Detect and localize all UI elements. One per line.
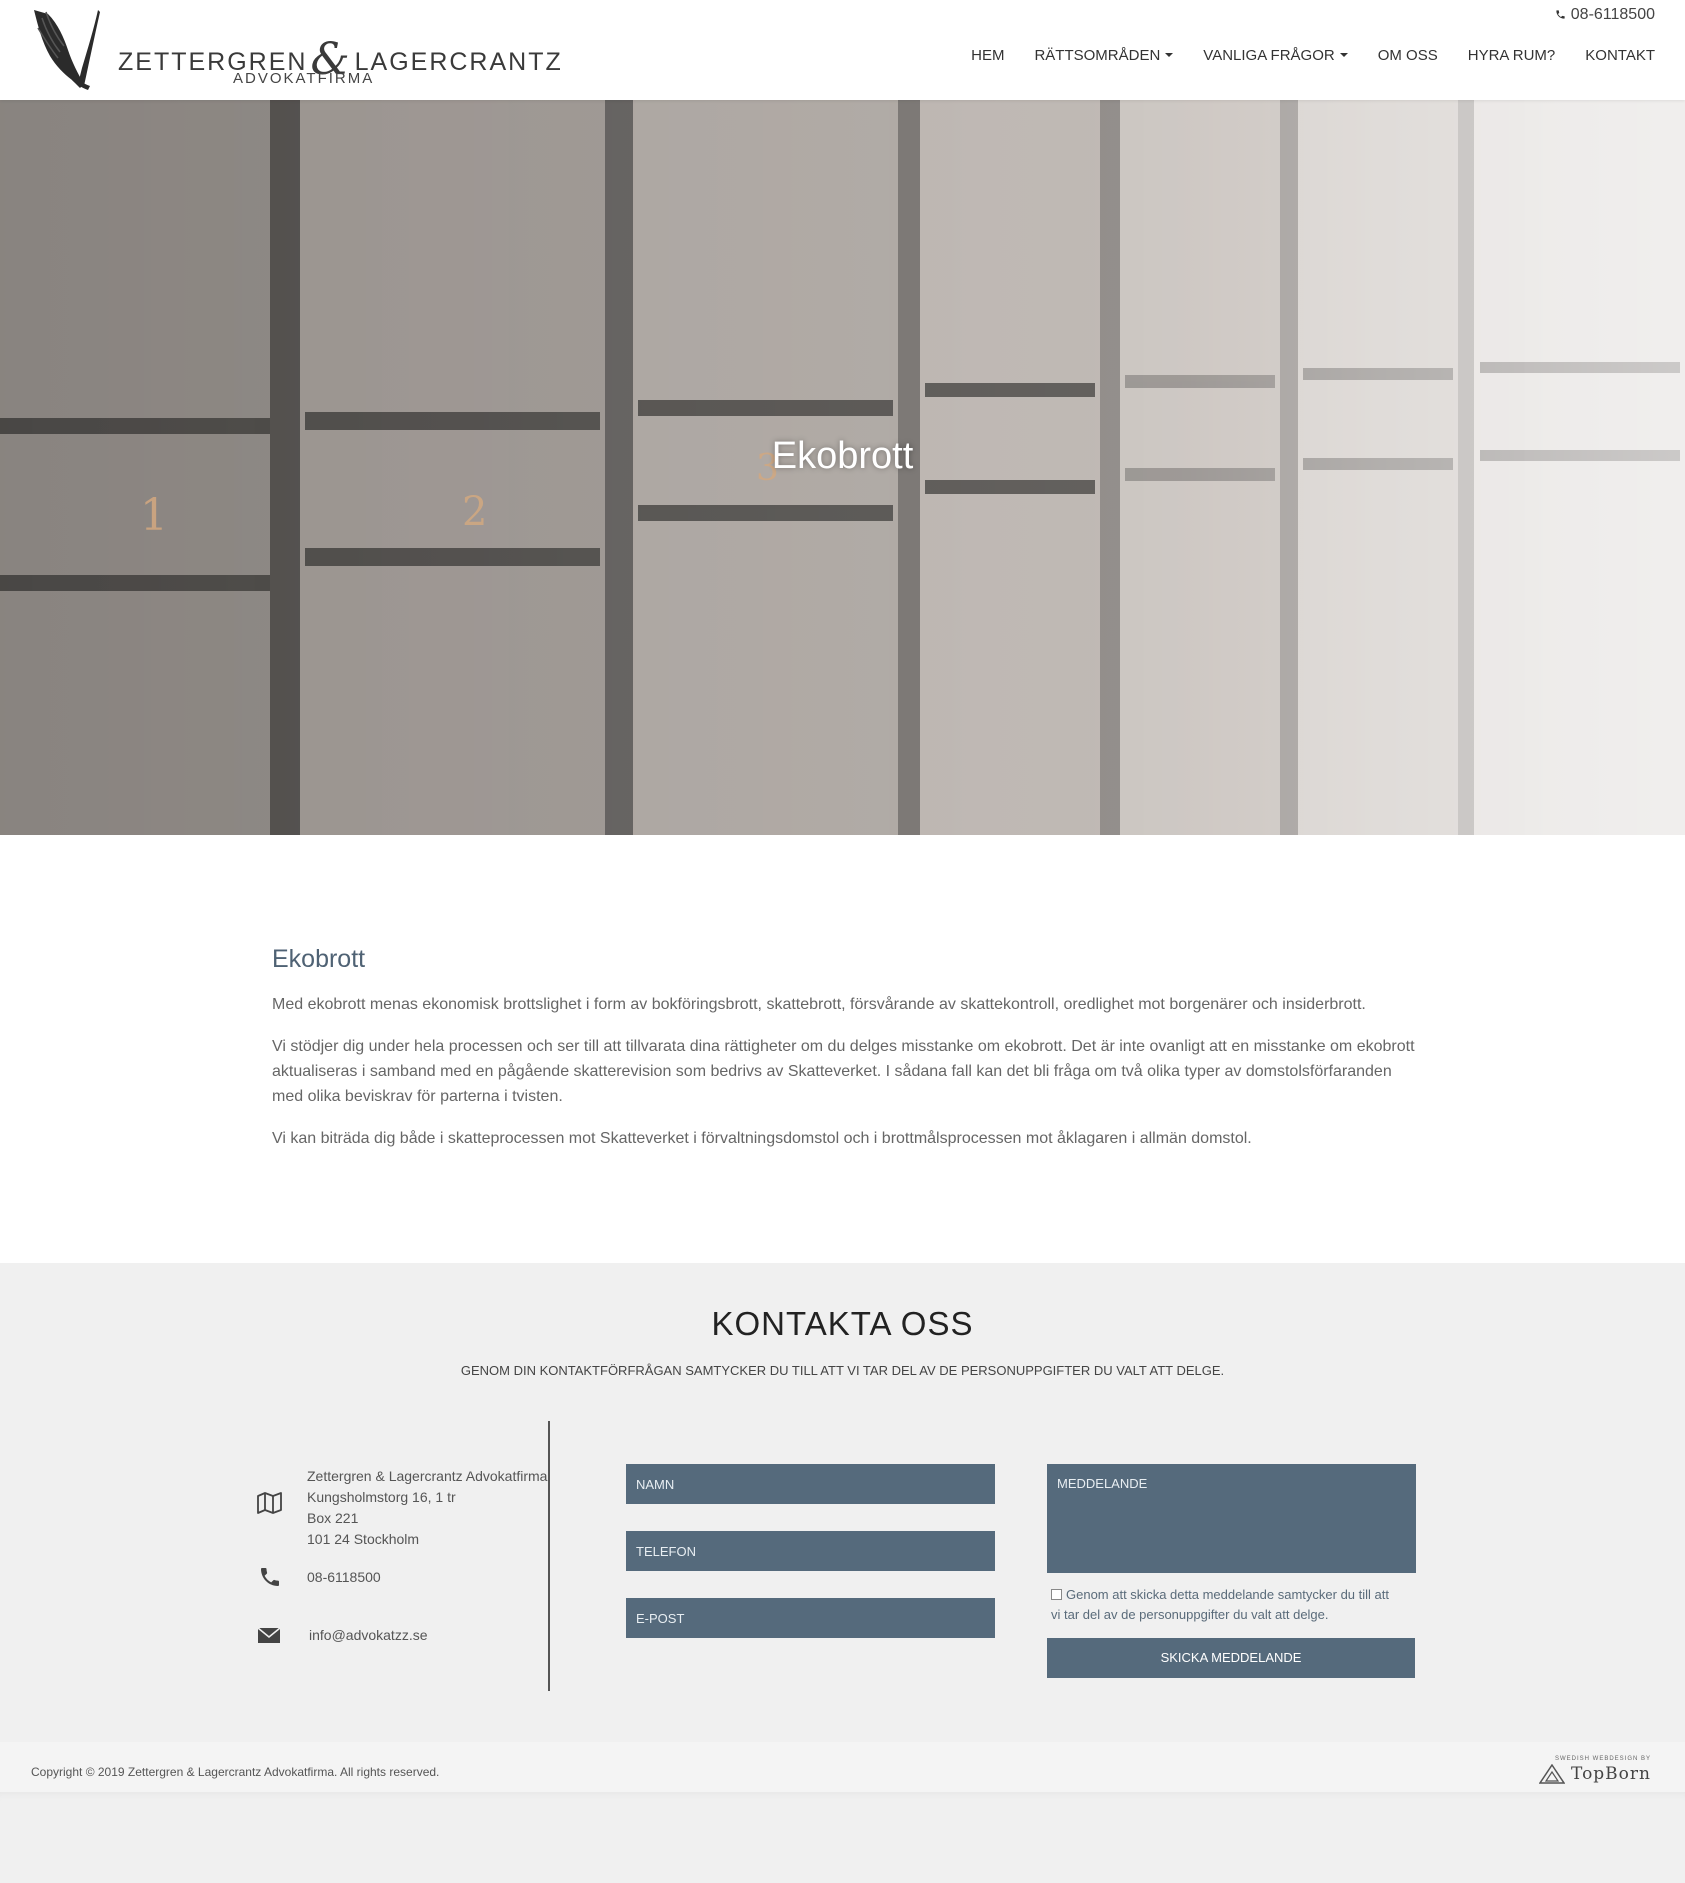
address-line: 101 24 Stockholm bbox=[307, 1531, 420, 1547]
site-logo[interactable]: ZETTERGREN& LAGERCRANTZ ADVOKATFIRMA bbox=[28, 8, 561, 92]
hero-title: Ekobrott bbox=[771, 435, 914, 477]
send-message-button[interactable]: SKICKA MEDDELANDE bbox=[1047, 1638, 1415, 1678]
site-header: ZETTERGREN& LAGERCRANTZ ADVOKATFIRMA 08-6… bbox=[0, 0, 1685, 100]
envelope-icon bbox=[257, 1627, 281, 1643]
site-footer: Copyright © 2019 Zettergren & Lagercrant… bbox=[0, 1742, 1685, 1792]
main-content: Ekobrott Med ekobrott menas ekonomisk br… bbox=[0, 835, 1685, 1263]
nav-item-kontakt[interactable]: KONTAKT bbox=[1585, 47, 1655, 64]
hero-banner: 1 2 3 Ekobrott bbox=[0, 100, 1685, 835]
nav-label: RÄTTSOMRÅDEN bbox=[1034, 47, 1161, 64]
nav-item-hyra-rum[interactable]: HYRA RUM? bbox=[1468, 47, 1556, 64]
address-line: Kungsholmstorg 16, 1 tr bbox=[307, 1489, 456, 1505]
contact-phone[interactable]: 08-6118500 bbox=[307, 1567, 381, 1588]
nav-item-om-oss[interactable]: OM OSS bbox=[1378, 47, 1438, 64]
contact-subtitle: GENOM DIN KONTAKTFÖRFRÅGAN SAMTYCKER DU … bbox=[460, 1363, 1225, 1378]
caret-down-icon bbox=[1339, 53, 1348, 57]
message-field[interactable] bbox=[1047, 1464, 1416, 1573]
phone-icon bbox=[1556, 10, 1565, 19]
contact-section: KONTAKTA OSS GENOM DIN KONTAKTFÖRFRÅGAN … bbox=[0, 1263, 1685, 1793]
logo-subtitle: ADVOKATFIRMA bbox=[233, 70, 375, 87]
page-bottom bbox=[0, 1792, 1685, 1883]
nav-label: HYRA RUM? bbox=[1467, 47, 1556, 64]
bird-logo-icon bbox=[34, 10, 100, 90]
address-block: Zettergren & Lagercrantz Advokatfirma Ku… bbox=[307, 1466, 547, 1550]
email-field[interactable] bbox=[626, 1598, 995, 1638]
map-icon bbox=[257, 1492, 282, 1514]
topborn-logo-icon bbox=[1539, 1764, 1565, 1784]
article-heading: Ekobrott bbox=[272, 945, 366, 973]
nav-label: HEM bbox=[971, 47, 1005, 64]
article-paragraph: Med ekobrott menas ekonomisk brottslighe… bbox=[272, 996, 1366, 1013]
article-paragraph: Vi kan biträda dig både i skatteprocesse… bbox=[272, 1130, 1252, 1147]
nav-label: VANLIGA FRÅGOR bbox=[1203, 47, 1335, 64]
contact-title: KONTAKTA OSS bbox=[711, 1305, 974, 1342]
nav-item-vanliga-fragor[interactable]: VANLIGA FRÅGOR bbox=[1203, 47, 1348, 64]
phone-icon bbox=[261, 1568, 279, 1586]
contact-email[interactable]: info@advokatzz.se bbox=[309, 1625, 428, 1646]
contact-divider bbox=[548, 1421, 550, 1691]
header-phone[interactable]: 08-6118500 bbox=[1555, 6, 1655, 24]
topborn-badge[interactable]: SWEDISH WEBDESIGN BY TopBorn bbox=[1539, 1756, 1651, 1784]
address-line: Zettergren & Lagercrantz Advokatfirma bbox=[307, 1468, 548, 1484]
caret-down-icon bbox=[1165, 53, 1174, 57]
consent-text: Genom att skicka detta meddelande samtyc… bbox=[1051, 1587, 1389, 1622]
name-field[interactable] bbox=[626, 1464, 995, 1504]
article-paragraph: Vi stödjer dig under hela processen och … bbox=[272, 1038, 1415, 1105]
copyright-text: Copyright © 2019 Zettergren & Lagercrant… bbox=[31, 1765, 440, 1779]
phone-field[interactable] bbox=[626, 1531, 995, 1571]
topborn-caption: SWEDISH WEBDESIGN BY bbox=[1554, 1756, 1651, 1762]
nav-label: KONTAKT bbox=[1585, 47, 1655, 64]
nav-label: OM OSS bbox=[1377, 47, 1438, 64]
topborn-wordmark: TopBorn bbox=[1571, 1764, 1651, 1784]
header-phone-number: 08-6118500 bbox=[1570, 6, 1655, 23]
nav-item-hem[interactable]: HEM bbox=[971, 47, 1004, 64]
address-line: Box 221 bbox=[307, 1510, 359, 1526]
consent-checkbox[interactable] bbox=[1051, 1589, 1062, 1600]
consent-row: Genom att skicka detta meddelande samtyc… bbox=[1051, 1585, 1401, 1625]
article: Ekobrott Med ekobrott menas ekonomisk br… bbox=[272, 945, 1422, 1168]
nav-item-rattsomraden[interactable]: RÄTTSOMRÅDEN bbox=[1034, 47, 1174, 64]
main-nav: HEM RÄTTSOMRÅDEN VANLIGA FRÅGOR OM OSS H… bbox=[941, 47, 1655, 64]
